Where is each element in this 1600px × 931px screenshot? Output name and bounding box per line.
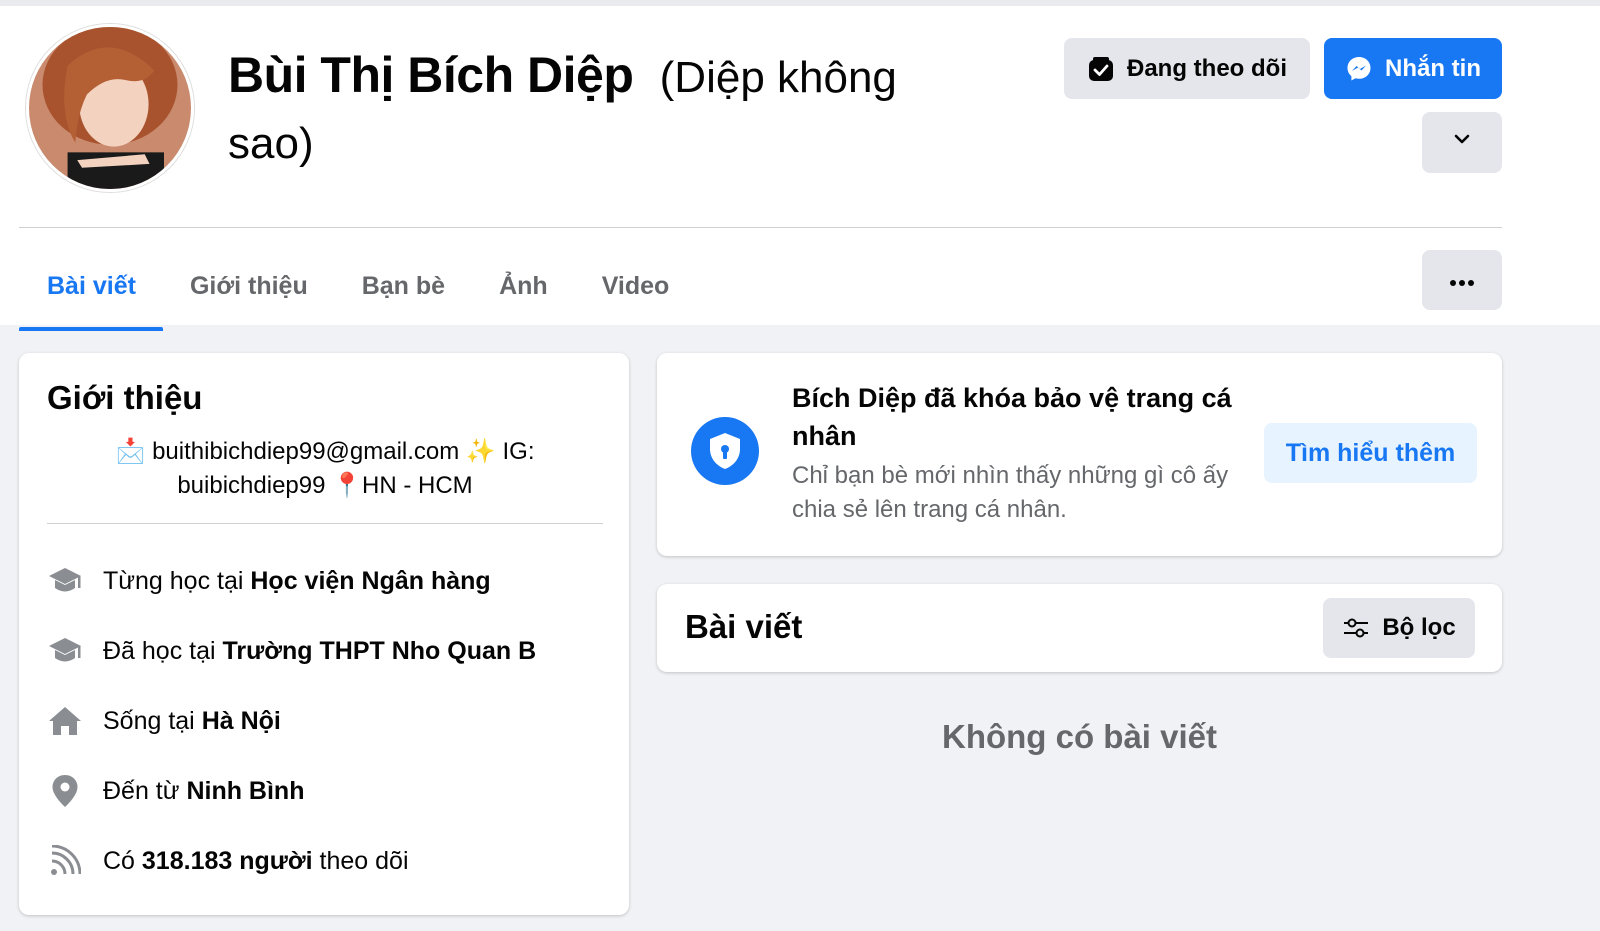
- locked-subtitle: Chỉ bạn bè mới nhìn thấy những gì cô ấy …: [792, 462, 1229, 523]
- ellipsis-icon: [1449, 266, 1475, 294]
- intro-card: Giới thiệu 📩 buithibichdiep99@gmail.com …: [19, 353, 629, 915]
- info-row-education-2: Đã học tại Trường THPT Nho Quan B: [47, 631, 536, 671]
- following-check-icon: [1087, 55, 1115, 83]
- bio-line-1: 📩 buithibichdiep99@gmail.com ✨ IG:: [115, 438, 535, 465]
- shield-lock-icon: [691, 417, 759, 485]
- info-value[interactable]: Học viện Ngân hàng: [250, 567, 490, 596]
- following-button[interactable]: Đang theo dõi: [1064, 38, 1310, 99]
- posts-card: Bài viết Bộ lọc: [657, 584, 1502, 672]
- info-row-from: Đến từ Ninh Bình: [47, 771, 304, 811]
- message-label: Nhắn tin: [1385, 54, 1481, 82]
- intro-divider: [47, 523, 603, 524]
- info-prefix: Sống tại: [103, 706, 202, 735]
- info-prefix: Đã học tại: [103, 636, 223, 665]
- intro-bio: 📩 buithibichdiep99@gmail.com ✨ IG: buibi…: [47, 435, 603, 503]
- header-divider: [19, 227, 1502, 228]
- profile-tabs: Bài viết Giới thiệu Bạn bè Ảnh Video: [19, 242, 696, 331]
- tab-about[interactable]: Giới thiệu: [163, 242, 335, 331]
- profile-header: Bùi Thị Bích Diệp (Diệp không sao) Đang …: [0, 0, 1600, 331]
- following-label: Đang theo dõi: [1127, 54, 1287, 82]
- info-row-followers: Có 318.183 người theo dõi: [47, 841, 409, 881]
- profile-avatar[interactable]: [26, 24, 194, 192]
- more-options-button[interactable]: [1422, 250, 1502, 310]
- info-value[interactable]: 318.183 người: [142, 847, 313, 876]
- info-value[interactable]: Hà Nội: [202, 707, 281, 736]
- messenger-icon: [1345, 55, 1373, 83]
- info-prefix: Đến từ: [103, 776, 187, 805]
- home-icon: [47, 703, 83, 739]
- chevron-down-icon: [1451, 128, 1473, 157]
- learn-more-button[interactable]: Tìm hiểu thêm: [1264, 423, 1477, 483]
- filter-button[interactable]: Bộ lọc: [1323, 598, 1475, 658]
- info-prefix: Từng học tại: [103, 566, 251, 595]
- profile-name-block: Bùi Thị Bích Diệp (Diệp không sao): [228, 42, 948, 177]
- tab-posts[interactable]: Bài viết: [19, 242, 163, 331]
- message-button[interactable]: Nhắn tin: [1324, 38, 1502, 99]
- tab-photos[interactable]: Ảnh: [472, 242, 575, 331]
- bio-line-2: buibichdiep99 📍HN - HCM: [177, 472, 473, 499]
- intro-title: Giới thiệu: [47, 379, 203, 416]
- info-prefix: Có: [103, 846, 142, 875]
- info-row-education-1: Từng học tại Học viện Ngân hàng: [47, 561, 491, 601]
- locked-title: Bích Diệp đã khóa bảo vệ trang cá nhân: [792, 383, 1232, 451]
- locked-profile-card: Bích Diệp đã khóa bảo vệ trang cá nhân C…: [657, 353, 1502, 556]
- info-value[interactable]: Ninh Bình: [186, 777, 304, 806]
- filter-label: Bộ lọc: [1382, 614, 1456, 641]
- info-row-lives-in: Sống tại Hà Nội: [47, 701, 281, 741]
- profile-name: Bùi Thị Bích Diệp: [228, 47, 634, 103]
- tab-video[interactable]: Video: [575, 242, 697, 331]
- tab-friends[interactable]: Bạn bè: [335, 242, 472, 331]
- info-value[interactable]: Trường THPT Nho Quan B: [223, 637, 537, 666]
- profile-options-dropdown[interactable]: [1422, 112, 1502, 173]
- followers-icon: [47, 843, 83, 879]
- filter-icon: [1342, 617, 1370, 639]
- avatar-image: [29, 27, 191, 189]
- education-icon: [47, 633, 83, 669]
- no-posts-message: Không có bài viết: [941, 718, 1218, 755]
- education-icon: [47, 563, 83, 599]
- posts-title: Bài viết: [685, 608, 803, 645]
- location-icon: [47, 773, 83, 809]
- info-suffix: theo dõi: [312, 846, 409, 875]
